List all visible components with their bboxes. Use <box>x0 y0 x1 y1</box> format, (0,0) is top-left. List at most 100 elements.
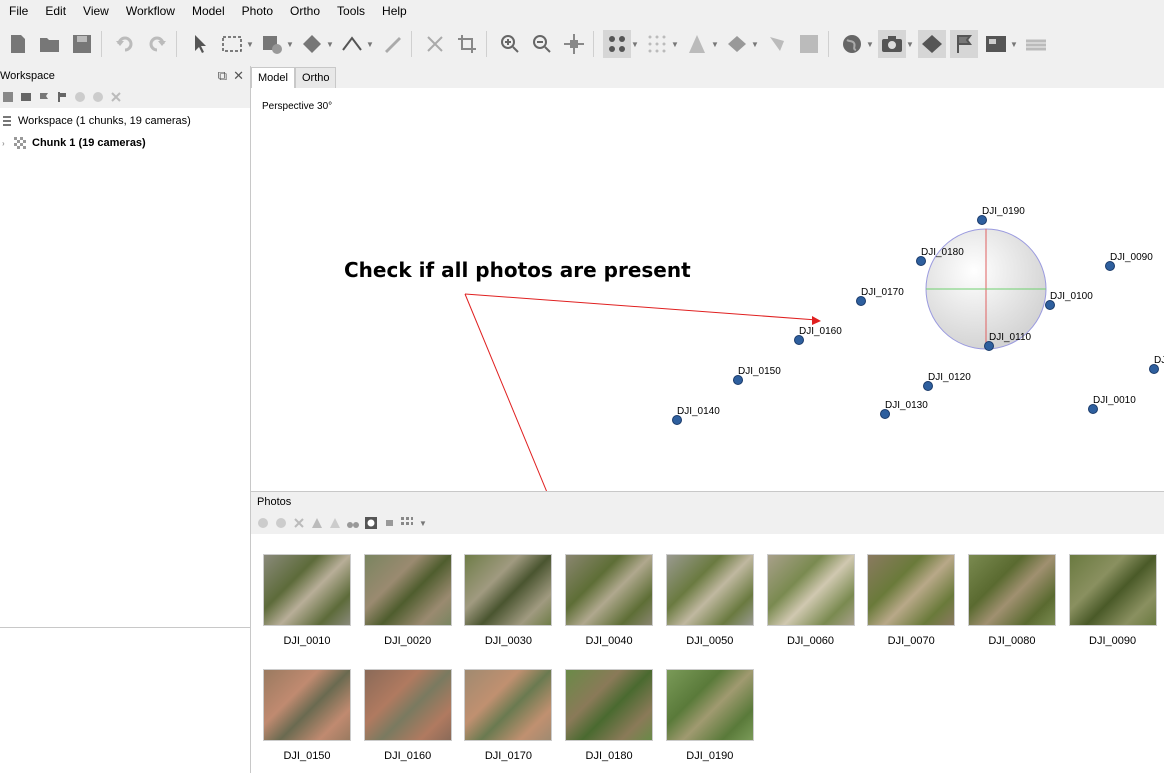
chevron-down-icon[interactable]: ▼ <box>631 30 639 58</box>
tab-model[interactable]: Model <box>251 67 295 88</box>
menu-photo[interactable]: Photo <box>233 4 281 18</box>
photo-thumbnail[interactable]: DJI_0190 <box>665 669 754 762</box>
tree-chunk-1[interactable]: › Chunk 1 (19 cameras) <box>0 132 250 154</box>
workspace-header: Workspace ⧉ ✕ <box>0 66 250 86</box>
rectangle-select-icon[interactable] <box>218 30 246 58</box>
tab-ortho[interactable]: Ortho <box>294 67 337 88</box>
photo-thumbnail[interactable]: DJI_0060 <box>766 554 855 647</box>
chevron-down-icon[interactable]: ▼ <box>1010 30 1018 58</box>
enable-camera-icon[interactable] <box>257 517 269 529</box>
menu-tools[interactable]: Tools <box>328 4 373 18</box>
photo-image <box>665 554 754 626</box>
photo-label: DJI_0080 <box>988 635 1036 647</box>
delete-selection-icon[interactable] <box>421 30 449 58</box>
mesh-icon[interactable] <box>683 30 711 58</box>
photo-thumbnail[interactable]: DJI_0150 <box>263 669 351 762</box>
photo-thumbnail[interactable]: DJI_0090 <box>1068 554 1157 647</box>
camera-label: DJI_0190 <box>982 206 1025 217</box>
photo-thumbnail[interactable]: DJI_0050 <box>665 554 754 647</box>
photo-thumbnail[interactable]: DJI_0030 <box>464 554 553 647</box>
photo-thumbnail[interactable]: DJI_0080 <box>967 554 1056 647</box>
remove-icon[interactable] <box>110 91 122 103</box>
workspace-tree: Workspace (1 chunks, 19 cameras) › Chunk… <box>0 108 250 154</box>
layers-icon[interactable] <box>1022 30 1050 58</box>
undock-icon[interactable]: ⧉ <box>218 68 227 84</box>
chevron-down-icon[interactable]: ▼ <box>246 30 254 58</box>
select-arrow-icon[interactable] <box>186 30 214 58</box>
open-folder-icon[interactable] <box>36 30 64 58</box>
menu-model[interactable]: Model <box>183 4 233 18</box>
photo-thumbnail[interactable]: DJI_0040 <box>565 554 654 647</box>
redo-icon[interactable] <box>143 30 171 58</box>
chevron-down-icon[interactable]: ▼ <box>326 30 334 58</box>
photo-thumbnail[interactable]: DJI_0160 <box>363 669 452 762</box>
tiled-model-icon[interactable] <box>763 30 791 58</box>
chevron-down-icon[interactable]: ▼ <box>866 30 874 58</box>
toolbar-separator <box>486 31 487 57</box>
point-cloud-icon[interactable] <box>603 30 631 58</box>
add-flag-icon[interactable] <box>56 91 68 103</box>
photo-image <box>363 669 452 741</box>
photo-image <box>263 669 351 741</box>
add-markers-icon[interactable] <box>38 91 50 103</box>
workspace-icon <box>3 116 11 126</box>
tree-workspace-root[interactable]: Workspace (1 chunks, 19 cameras) <box>0 110 250 132</box>
photo-thumbnail[interactable]: DJI_0170 <box>464 669 553 762</box>
navigation-hand-icon[interactable] <box>258 30 286 58</box>
close-icon[interactable]: ✕ <box>233 68 244 84</box>
camera-label: DJI_0120 <box>928 372 971 383</box>
textured-model-icon[interactable] <box>723 30 751 58</box>
dense-cloud-icon[interactable] <box>643 30 671 58</box>
rotate-left-icon[interactable] <box>311 517 323 529</box>
view-mode-grid-icon[interactable] <box>401 517 413 529</box>
chevron-down-icon[interactable]: ▼ <box>906 30 914 58</box>
annotation-text: Check if all photos are present <box>344 258 691 282</box>
expand-arrow-icon[interactable]: › <box>2 139 12 148</box>
enable-icon[interactable] <box>74 91 86 103</box>
disable-icon[interactable] <box>92 91 104 103</box>
photo-thumbnail[interactable]: DJI_0010 <box>263 554 351 647</box>
camera-icon[interactable] <box>878 30 906 58</box>
draw-polyline-icon[interactable] <box>338 30 366 58</box>
workspace-panel: Workspace ⧉ ✕ Workspace (1 chunks, 19 ca… <box>0 66 251 773</box>
mask-icon[interactable] <box>365 517 377 529</box>
remove-camera-icon[interactable] <box>293 517 305 529</box>
markers-flag-icon[interactable] <box>950 30 978 58</box>
binoculars-icon[interactable] <box>347 517 359 529</box>
rotate-object-icon[interactable] <box>298 30 326 58</box>
add-chunk-icon[interactable] <box>2 91 14 103</box>
chevron-down-icon[interactable]: ▼ <box>671 30 679 58</box>
new-file-icon[interactable] <box>4 30 32 58</box>
menu-workflow[interactable]: Workflow <box>117 4 183 18</box>
zoom-in-icon[interactable] <box>496 30 524 58</box>
menu-file[interactable]: File <box>0 4 36 18</box>
model-view[interactable]: Perspective 30° Check if all photos are … <box>251 88 1164 492</box>
crop-icon[interactable] <box>453 30 481 58</box>
chevron-down-icon[interactable]: ▼ <box>419 519 427 528</box>
chevron-down-icon[interactable]: ▼ <box>711 30 719 58</box>
menu-view[interactable]: View <box>74 4 117 18</box>
rotate-right-icon[interactable] <box>329 517 341 529</box>
image-view-icon[interactable] <box>982 30 1010 58</box>
photo-label: DJI_0180 <box>585 750 633 762</box>
add-photos-icon[interactable] <box>20 91 32 103</box>
chevron-down-icon[interactable]: ▼ <box>366 30 374 58</box>
chevron-down-icon[interactable]: ▼ <box>286 30 294 58</box>
menu-ortho[interactable]: Ortho <box>281 4 328 18</box>
dem-icon[interactable] <box>795 30 823 58</box>
globe-icon[interactable] <box>838 30 866 58</box>
menu-help[interactable]: Help <box>373 4 415 18</box>
shapes-icon[interactable] <box>918 30 946 58</box>
thumbnail-small-icon[interactable] <box>383 517 395 529</box>
zoom-out-icon[interactable] <box>528 30 556 58</box>
ruler-icon[interactable] <box>378 30 406 58</box>
save-icon[interactable] <box>68 30 96 58</box>
reset-view-icon[interactable] <box>560 30 588 58</box>
menu-edit[interactable]: Edit <box>36 4 74 18</box>
chevron-down-icon[interactable]: ▼ <box>751 30 759 58</box>
photo-thumbnail[interactable]: DJI_0070 <box>867 554 956 647</box>
photo-thumbnail[interactable]: DJI_0180 <box>565 669 654 762</box>
undo-icon[interactable] <box>111 30 139 58</box>
photo-thumbnail[interactable]: DJI_0020 <box>363 554 452 647</box>
disable-camera-icon[interactable] <box>275 517 287 529</box>
